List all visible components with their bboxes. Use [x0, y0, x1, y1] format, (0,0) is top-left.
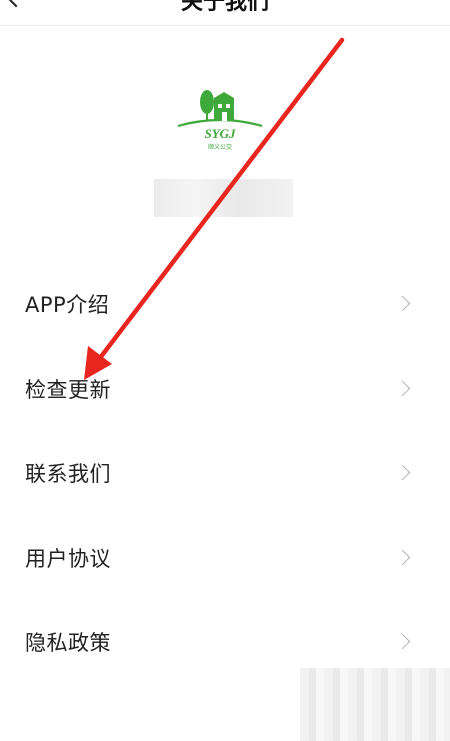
menu-item-contact-us[interactable]: 联系我们	[0, 431, 450, 516]
menu-item-user-agreement[interactable]: 用户协议	[0, 516, 450, 601]
blurred-watermark	[300, 668, 450, 741]
menu-item-label: 用户协议	[25, 546, 111, 571]
chevron-right-icon	[394, 549, 411, 566]
logo-text: SYGJ	[204, 126, 236, 141]
logo-subtitle: 顺义公交	[208, 143, 232, 151]
logo-tree-trunk	[206, 111, 208, 121]
app-logo: SYGJ 顺义公交	[177, 90, 263, 151]
chevron-right-icon	[394, 380, 411, 397]
page-title: 关于我们	[180, 0, 269, 15]
settings-menu: APP介绍 检查更新 联系我们 用户协议 隐私政策	[0, 262, 450, 685]
menu-item-check-update[interactable]: 检查更新	[0, 347, 450, 432]
chevron-right-icon	[394, 464, 411, 481]
chevron-right-icon	[394, 295, 411, 312]
menu-item-label: 隐私政策	[25, 631, 111, 656]
top-bar: 关于我们	[0, 0, 450, 26]
menu-item-label: 联系我们	[25, 462, 111, 487]
menu-item-label: APP介绍	[25, 293, 110, 318]
menu-item-app-intro[interactable]: APP介绍	[0, 262, 450, 347]
menu-item-label: 检查更新	[25, 377, 111, 402]
blurred-version-text	[154, 179, 293, 217]
logo-tree	[200, 90, 214, 114]
chevron-right-icon	[394, 633, 411, 650]
